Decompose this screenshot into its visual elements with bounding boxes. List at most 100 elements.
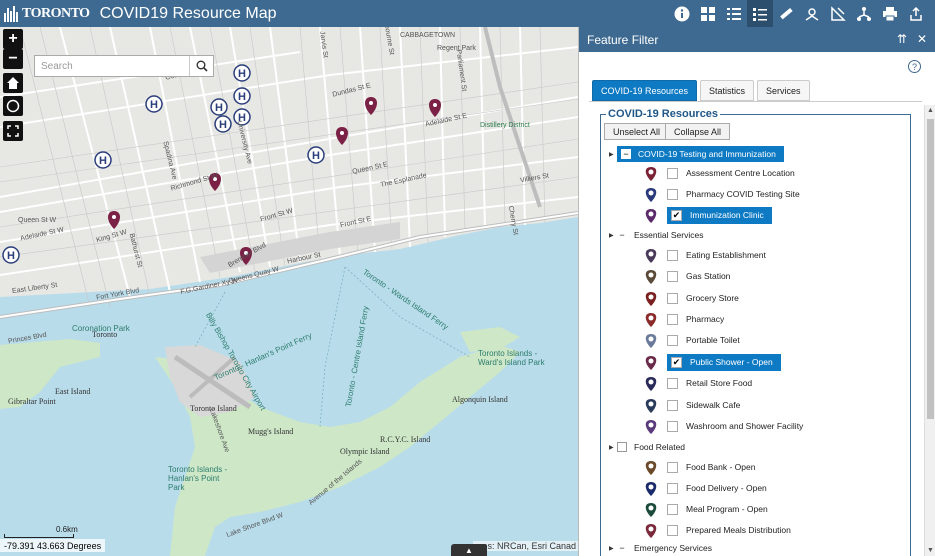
list-item[interactable]: Assessment Centre Location: [645, 163, 795, 183]
list-item[interactable]: Grocery Store: [645, 288, 739, 308]
group-food-related[interactable]: ▶ Food Related: [609, 437, 685, 457]
panel-scrollbar[interactable]: ▲ ▼: [924, 105, 935, 556]
list-item[interactable]: Meal Program - Open: [645, 499, 768, 519]
fullscreen-icon: [7, 125, 19, 137]
clipboard-icon: [645, 166, 657, 181]
unselect-all-button[interactable]: Unselect All: [604, 123, 670, 140]
feature-filter-icon[interactable]: [747, 0, 773, 27]
item-checkbox[interactable]: [667, 313, 678, 325]
item-checkbox[interactable]: [667, 377, 678, 389]
item-checkbox[interactable]: [667, 482, 678, 494]
close-icon[interactable]: ✕: [915, 32, 929, 46]
search-button[interactable]: [189, 56, 213, 76]
item-checkbox[interactable]: [667, 334, 678, 346]
item-checkbox[interactable]: [667, 503, 678, 515]
toilet-icon: [645, 333, 657, 348]
shower-icon: [645, 355, 657, 370]
item-checkbox[interactable]: [667, 249, 678, 261]
coordinate-readout: -79.391 43.663 Degrees: [0, 539, 106, 552]
fork-icon: [645, 248, 657, 263]
item-checkbox[interactable]: [667, 292, 678, 304]
expand-arrow-icon[interactable]: ▶: [609, 232, 617, 239]
layer-list-icon[interactable]: [721, 0, 747, 27]
park-label: Toronto Islands - Ward's Island Park: [478, 349, 545, 367]
help-icon[interactable]: ?: [908, 60, 921, 73]
search-input[interactable]: [35, 56, 189, 76]
panel-header: Feature Filter ⇈ ✕: [579, 27, 935, 52]
tab-statistics[interactable]: Statistics: [700, 80, 755, 101]
list-item[interactable]: Sidewalk Cafe: [645, 395, 740, 415]
expand-arrow-icon[interactable]: ▶: [609, 444, 617, 451]
item-checkbox[interactable]: [667, 420, 678, 432]
tab-covid-resources[interactable]: COVID-19 Resources: [592, 80, 698, 101]
list-item[interactable]: Eating Establishment: [645, 245, 766, 265]
group-covid-testing[interactable]: ▶ − COVID-19 Testing and Immunization: [609, 144, 784, 164]
item-checkbox-checked[interactable]: ✔: [671, 209, 682, 221]
collapse-all-button[interactable]: Collapse All: [665, 123, 731, 140]
list-item[interactable]: ✔ Immunization Clinic: [645, 205, 772, 225]
list-item[interactable]: Pharmacy: [645, 309, 724, 329]
island-label: R.C.Y.C. Island: [380, 435, 431, 444]
home-button[interactable]: [3, 73, 23, 93]
list-item[interactable]: Gas Station: [645, 266, 730, 286]
place-label: Toronto: [92, 330, 118, 339]
group-checkbox[interactable]: −: [617, 543, 627, 553]
map-view[interactable]: H H H H H H H H H Queen St W King St W A…: [0, 27, 578, 556]
zoom-out-button[interactable]: −: [3, 49, 23, 69]
measure-icon[interactable]: [773, 0, 799, 27]
scroll-down-icon[interactable]: ▼: [927, 547, 934, 554]
toronto-logo[interactable]: TORONTO: [4, 5, 90, 22]
item-label: Gas Station: [686, 271, 731, 281]
collapse-panel-icon[interactable]: ⇈: [895, 32, 909, 46]
tab-services[interactable]: Services: [757, 80, 810, 101]
list-item[interactable]: Food Delivery - Open: [645, 478, 767, 498]
scroll-up-icon[interactable]: ▲: [927, 107, 934, 114]
svg-text:H: H: [150, 99, 158, 111]
scroll-thumb[interactable]: [927, 119, 934, 419]
list-item[interactable]: Retail Store Food: [645, 373, 752, 393]
search-icon: [196, 60, 208, 72]
share-icon[interactable]: [903, 0, 929, 27]
item-label: Sidewalk Cafe: [686, 400, 741, 410]
group-checkbox[interactable]: −: [617, 230, 627, 240]
list-item[interactable]: Pharmacy COVID Testing Site: [645, 184, 800, 204]
group-checkbox[interactable]: −: [621, 149, 631, 159]
bottom-panel-toggle[interactable]: ▲: [451, 544, 487, 556]
fullscreen-button[interactable]: [3, 121, 23, 141]
list-item[interactable]: Washroom and Shower Facility: [645, 416, 803, 436]
list-item[interactable]: ✔ Public Shower - Open: [645, 352, 781, 372]
info-icon[interactable]: [669, 0, 695, 27]
street-label: Queen St W: [18, 217, 57, 224]
item-checkbox[interactable]: [667, 524, 678, 536]
print-icon[interactable]: [877, 0, 903, 27]
expand-arrow-icon[interactable]: ▶: [609, 545, 617, 552]
group-emergency-services[interactable]: ▶ − Emergency Services: [609, 540, 712, 556]
basemap-gallery-icon[interactable]: [695, 0, 721, 27]
item-checkbox[interactable]: [667, 461, 678, 473]
expand-arrow-icon[interactable]: ▶: [609, 151, 617, 158]
panel-title: Feature Filter: [587, 32, 659, 47]
locate-button[interactable]: [3, 96, 23, 116]
directions-icon[interactable]: [851, 0, 877, 27]
overview-icon[interactable]: [799, 0, 825, 27]
store-icon: [645, 376, 657, 391]
zoom-in-button[interactable]: +: [3, 29, 23, 49]
item-checkbox[interactable]: [667, 167, 678, 179]
item-checkbox-checked[interactable]: ✔: [671, 356, 682, 368]
item-checkbox[interactable]: [667, 188, 678, 200]
city-hall-icon: [4, 5, 19, 22]
group-essential-services[interactable]: ▶ − Essential Services: [609, 225, 703, 245]
test-tube-icon: [645, 187, 657, 202]
app-header: TORONTO COVID19 Resource Map: [0, 0, 935, 27]
list-item[interactable]: Prepared Meals Distribution: [645, 520, 791, 540]
group-checkbox[interactable]: [617, 442, 627, 452]
item-label: Food Bank - Open: [686, 462, 756, 472]
item-checkbox[interactable]: [667, 399, 678, 411]
item-checkbox[interactable]: [667, 270, 678, 282]
tab-bar: COVID-19 Resources Statistics Services: [592, 80, 813, 101]
list-item[interactable]: Food Bank - Open: [645, 457, 755, 477]
island-label: Gibraltar Point: [8, 397, 56, 406]
list-item[interactable]: Portable Toilet: [645, 330, 740, 350]
island-label: Algonquin Island: [452, 395, 508, 404]
draw-icon[interactable]: [825, 0, 851, 27]
